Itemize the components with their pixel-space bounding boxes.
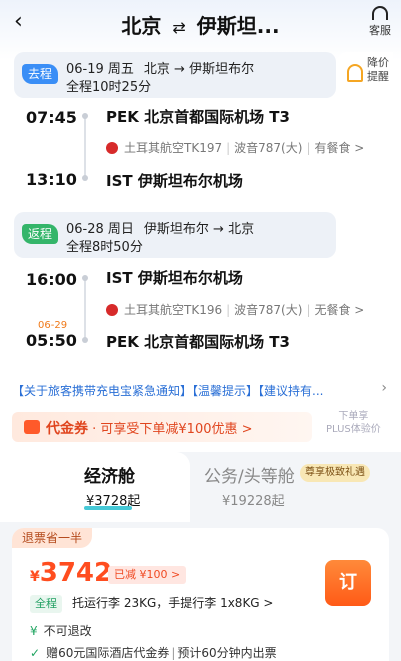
fare-rule-gift-text: 赠60元国际酒店代金券 — [46, 646, 170, 660]
cabin-economy-label[interactable]: 经济舱 — [84, 462, 135, 487]
fare-rule-refund-text: 不可退改 — [43, 624, 92, 638]
return-airline: 土耳其航空TK196 — [124, 303, 223, 317]
return-arrival-time: 05:50 — [26, 331, 77, 350]
headset-icon — [372, 6, 388, 20]
cabin-business-price: ¥19228起 — [222, 494, 285, 509]
fare-rule-ticketing-text: 预计60分钟内出票 — [177, 646, 277, 660]
return-date: 06-28 周日 — [66, 222, 134, 237]
return-departure-time: 16:00 — [26, 270, 77, 289]
outbound-arrival-airport: IST 伊斯坦布尔机场 — [106, 172, 243, 190]
coupon-title: 代金券 — [46, 421, 88, 437]
chevron-right-icon[interactable]: › — [381, 380, 387, 396]
outbound-tag: 去程 — [22, 64, 59, 84]
airline-logo-icon — [106, 304, 118, 316]
outbound-aircraft: 波音787(大) — [234, 141, 303, 155]
outbound-route: 北京 → 伊斯坦布尔 — [143, 62, 255, 77]
notice-links[interactable]: 【关于旅客携带充电宝紧急通知】【温馨提示】【建议持有... — [12, 382, 323, 399]
timeline-dot — [82, 337, 88, 343]
timeline — [84, 278, 86, 338]
outbound-header: 去程 06-19 周五 北京 → 伊斯坦布尔 全程10时25分 — [14, 52, 336, 98]
outbound-duration: 全程10时25分 — [66, 80, 152, 95]
coupon-banner[interactable]: 代金券 · 可享受下单减¥100优惠 > — [12, 412, 312, 442]
customer-service-button[interactable]: 客服 — [367, 6, 393, 38]
timeline-dot — [82, 275, 88, 281]
fare-price: ¥3742 — [30, 558, 112, 588]
return-header: 返程 06-28 周日 伊斯坦布尔 → 北京 全程8时50分 — [14, 212, 336, 258]
check-icon: ✓ — [30, 646, 41, 660]
plus-line1: 下单享 — [338, 411, 369, 422]
yen-icon: ¥ — [30, 624, 38, 638]
outbound-departure-airport: PEK 北京首都国际机场 T3 — [106, 108, 290, 126]
return-departure-airport: IST 伊斯坦布尔机场 — [106, 269, 243, 287]
return-arrival-date: 06-29 — [38, 320, 68, 331]
destination-city: 伊斯坦... — [196, 14, 280, 38]
outbound-date: 06-19 周五 — [66, 62, 134, 77]
coupon-text: · 可享受下单减¥100优惠 > — [92, 422, 253, 437]
customer-service-label: 客服 — [369, 24, 391, 37]
cabin-economy-price: ¥3728起 — [86, 494, 141, 509]
bell-icon — [347, 64, 363, 82]
coupon-icon — [24, 420, 40, 434]
return-arrival-airport: PEK 北京首都国际机场 T3 — [106, 333, 290, 351]
refund-tag: 退票省一半 — [12, 528, 93, 548]
airline-logo-icon — [106, 142, 118, 154]
return-meal: 无餐食 > — [314, 303, 365, 317]
book-button[interactable]: 订 — [325, 560, 371, 606]
timeline — [84, 116, 86, 176]
baggage-info[interactable]: 托运行李 23KG，手提行李 1x8KG > — [72, 594, 273, 611]
fare-rule-gift: ✓ 赠60元国际酒店代金券 | 预计60分钟内出票 — [30, 646, 277, 660]
plus-line2: PLUS体验价 — [326, 424, 381, 435]
outbound-departure-time: 07:45 — [26, 108, 77, 127]
swap-icon: ⇄ — [172, 18, 186, 37]
fare-price-value: 3742 — [39, 558, 113, 588]
return-tag: 返程 — [22, 224, 59, 244]
currency-symbol: ¥ — [30, 569, 40, 585]
cabin-business-badge: 尊享极致礼遇 — [300, 464, 370, 482]
discount-badge[interactable]: 已减 ¥100 > — [108, 566, 187, 584]
outbound-airline: 土耳其航空TK197 — [124, 141, 223, 155]
return-route: 伊斯坦布尔 → 北京 — [143, 222, 255, 237]
page-title: 北京 ⇄ 伊斯坦... — [0, 10, 401, 39]
price-alert-button[interactable]: 降价提醒 — [337, 52, 393, 98]
return-flight-info[interactable]: 土耳其航空TK196 | 波音787(大) | 无餐食 > — [106, 301, 364, 318]
price-alert-label: 降价提醒 — [367, 56, 389, 83]
origin-city: 北京 — [121, 14, 162, 38]
plus-price-badge[interactable]: 下单享 PLUS体验价 — [326, 410, 381, 436]
outbound-meal: 有餐食 > — [314, 141, 365, 155]
fare-rule-refund: ¥ 不可退改 — [30, 622, 92, 639]
return-aircraft: 波音787(大) — [234, 303, 303, 317]
timeline-dot — [82, 175, 88, 181]
timeline-dot — [82, 113, 88, 119]
outbound-arrival-time: 13:10 — [26, 170, 77, 189]
cabin-business-label[interactable]: 公务/头等舱 — [204, 462, 295, 487]
baggage-tag: 全程 — [30, 595, 62, 613]
return-duration: 全程8时50分 — [66, 240, 143, 255]
outbound-flight-info[interactable]: 土耳其航空TK197 | 波音787(大) | 有餐食 > — [106, 139, 364, 156]
